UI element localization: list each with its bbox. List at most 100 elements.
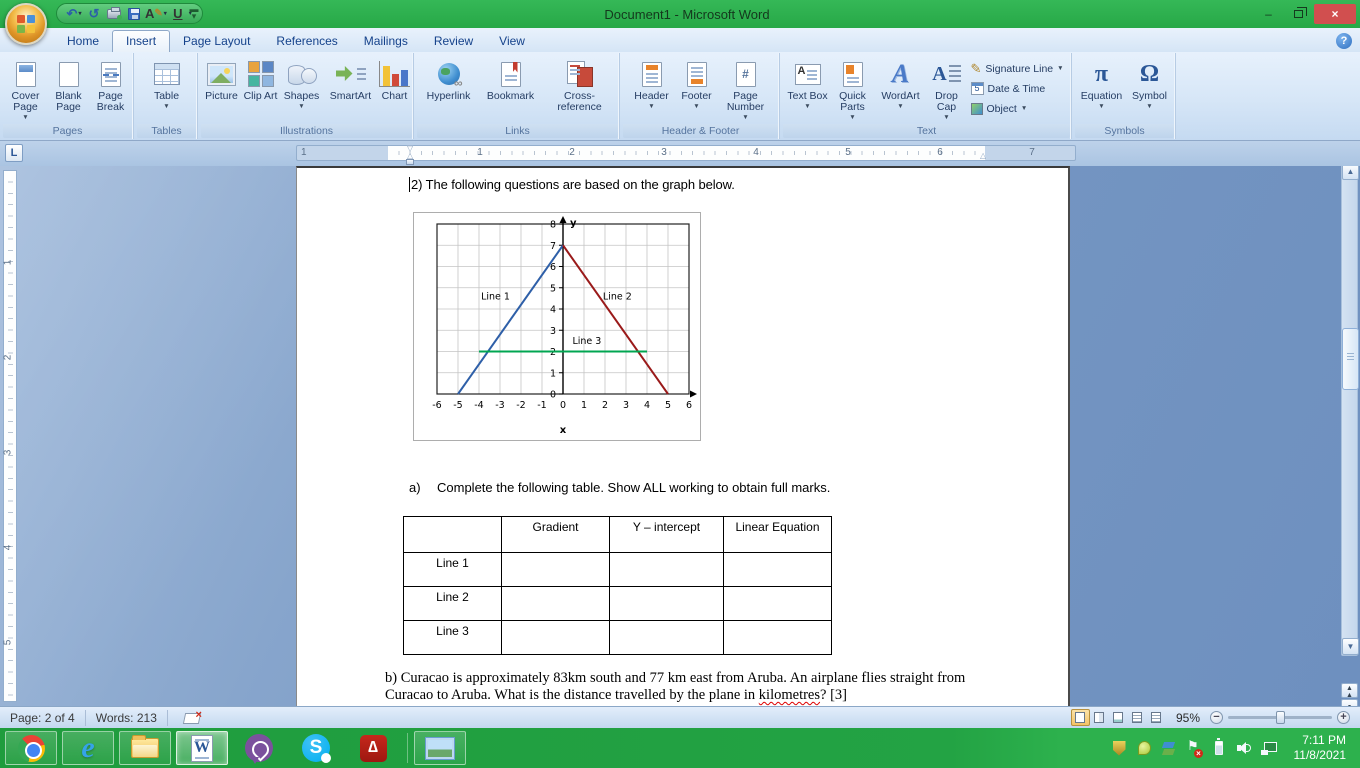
tab-view[interactable]: View bbox=[486, 31, 538, 52]
underline-button[interactable]: U bbox=[169, 5, 187, 22]
minimize-button[interactable]: – bbox=[1254, 4, 1283, 24]
zoom-level[interactable]: 95% bbox=[1176, 711, 1200, 725]
tab-references[interactable]: References bbox=[263, 31, 350, 52]
cross-reference-button[interactable]: Cross-reference bbox=[542, 55, 618, 123]
outline-view-button[interactable] bbox=[1128, 709, 1147, 726]
zoom-out-button[interactable]: − bbox=[1210, 711, 1223, 724]
page-break-button[interactable]: Page Break bbox=[90, 55, 132, 123]
customize-qat-button[interactable]: ▬ ▾ bbox=[188, 5, 200, 21]
header-button[interactable]: Header ▼ bbox=[629, 55, 675, 123]
footer-button[interactable]: Footer ▼ bbox=[675, 55, 719, 123]
taskbar-chrome-button[interactable] bbox=[5, 731, 57, 765]
empty-cell[interactable] bbox=[609, 586, 724, 621]
full-screen-reading-view-button[interactable] bbox=[1090, 709, 1109, 726]
tab-home[interactable]: Home bbox=[54, 31, 112, 52]
restore-button[interactable] bbox=[1284, 4, 1313, 24]
hanging-indent-marker[interactable]: △ bbox=[407, 152, 413, 160]
web-layout-view-button[interactable] bbox=[1109, 709, 1128, 726]
left-indent-marker[interactable] bbox=[406, 159, 414, 165]
blank-page-button[interactable]: Blank Page bbox=[48, 55, 90, 123]
tab-mailings[interactable]: Mailings bbox=[351, 31, 421, 52]
equation-button[interactable]: π Equation ▼ bbox=[1077, 55, 1127, 123]
bookmark-button[interactable]: Bookmark bbox=[480, 55, 542, 123]
document-page[interactable]: 2) The following questions are based on … bbox=[296, 166, 1070, 706]
taskbar-skype-button[interactable]: S bbox=[290, 731, 342, 765]
zoom-slider-track[interactable] bbox=[1228, 711, 1332, 724]
undo-dropdown-icon[interactable]: ▾ bbox=[78, 10, 81, 17]
embedded-graph[interactable]: 012345678-6-5-4-3-2-10123456yxLine 1Line… bbox=[413, 212, 701, 441]
scroll-up-button[interactable]: ▲ bbox=[1342, 166, 1359, 180]
scroll-down-button[interactable]: ▼ bbox=[1342, 638, 1359, 655]
empty-cell[interactable] bbox=[723, 552, 832, 587]
empty-cell[interactable] bbox=[723, 620, 832, 655]
smartart-button[interactable]: SmartArt bbox=[325, 55, 377, 123]
draft-view-button[interactable] bbox=[1147, 709, 1166, 726]
chart-button[interactable]: Chart bbox=[377, 55, 413, 123]
battery-icon[interactable] bbox=[1211, 738, 1227, 756]
row-label-cell[interactable]: Line 3 bbox=[403, 620, 502, 655]
empty-cell[interactable] bbox=[723, 586, 832, 621]
taskbar-internet-explorer-button[interactable]: e bbox=[62, 731, 114, 765]
right-indent-marker[interactable]: △ bbox=[980, 152, 986, 160]
table-header-cell[interactable]: Gradient bbox=[501, 516, 610, 553]
taskbar-viber-button[interactable] bbox=[233, 731, 285, 765]
date-time-button[interactable]: 5 Date & Time bbox=[968, 80, 1068, 97]
volume-icon[interactable] bbox=[1236, 740, 1252, 756]
horizontal-ruler[interactable]: 11234567 ▽ △ △ bbox=[296, 145, 1076, 165]
object-button[interactable]: Object ▼ bbox=[968, 100, 1068, 117]
save-button[interactable] bbox=[125, 5, 143, 22]
taskbar-clock[interactable]: 7:11 PM 11/8/2021 bbox=[1286, 733, 1352, 763]
taskbar-photos-button[interactable] bbox=[414, 731, 466, 765]
help-button[interactable]: ? bbox=[1336, 33, 1352, 49]
row-label-cell[interactable]: Line 2 bbox=[403, 586, 502, 621]
signature-line-button[interactable]: ✎ Signature Line ▼ bbox=[968, 60, 1068, 77]
table-button[interactable]: Table ▼ bbox=[142, 55, 192, 123]
page-indicator[interactable]: Page: 2 of 4 bbox=[0, 709, 86, 726]
scrollbar-thumb[interactable] bbox=[1342, 328, 1359, 390]
taskbar-file-explorer-button[interactable] bbox=[119, 731, 171, 765]
action-center-flag-icon[interactable] bbox=[1186, 738, 1203, 758]
table-header-cell[interactable] bbox=[403, 516, 502, 553]
redo-button[interactable]: ↺ bbox=[85, 5, 103, 22]
proofing-status[interactable] bbox=[168, 709, 216, 726]
clip-art-button[interactable]: Clip Art bbox=[243, 55, 279, 123]
taskbar-word-button[interactable]: W bbox=[176, 731, 228, 765]
tab-stop-selector[interactable]: L bbox=[5, 144, 23, 162]
office-button[interactable] bbox=[5, 3, 47, 45]
font-style-dropdown-icon[interactable]: ▾ bbox=[164, 10, 167, 17]
table-header-cell[interactable]: Linear Equation bbox=[723, 516, 832, 553]
hyperlink-button[interactable]: Hyperlink bbox=[418, 55, 480, 123]
scrollbar-track[interactable]: ▲ ▼ bbox=[1341, 166, 1359, 656]
symbol-button[interactable]: Ω Symbol ▼ bbox=[1127, 55, 1173, 123]
row-label-cell[interactable]: Line 1 bbox=[403, 552, 502, 587]
empty-cell[interactable] bbox=[609, 552, 724, 587]
tab-insert[interactable]: Insert bbox=[112, 30, 171, 52]
quick-print-button[interactable] bbox=[105, 5, 123, 22]
tab-review[interactable]: Review bbox=[421, 31, 486, 52]
taskbar-acrobat-button[interactable]: ∆ bbox=[347, 731, 399, 765]
empty-cell[interactable] bbox=[501, 586, 610, 621]
previous-page-button[interactable]: ▲ ▲ bbox=[1341, 683, 1358, 699]
bluestacks-icon[interactable] bbox=[1161, 740, 1177, 756]
select-browse-object-button[interactable]: ● bbox=[1341, 699, 1358, 706]
empty-cell[interactable] bbox=[609, 620, 724, 655]
font-style-button[interactable]: A ✎ ▾ bbox=[145, 5, 167, 22]
vertical-ruler[interactable]: 1 2 3 4 5 bbox=[2, 170, 17, 702]
undo-button[interactable]: ↶ ▾ bbox=[65, 5, 83, 22]
table-header-cell[interactable]: Y – intercept bbox=[609, 516, 724, 553]
word-count[interactable]: Words: 213 bbox=[86, 709, 168, 726]
network-icon[interactable] bbox=[1261, 740, 1277, 756]
empty-cell[interactable] bbox=[501, 552, 610, 587]
print-layout-view-button[interactable] bbox=[1070, 709, 1090, 726]
cover-page-button[interactable]: Cover Page ▼ bbox=[4, 55, 48, 123]
text-box-button[interactable]: A Text Box ▼ bbox=[786, 55, 830, 123]
lime-icon[interactable] bbox=[1136, 740, 1152, 756]
page-number-button[interactable]: # Page Number ▼ bbox=[719, 55, 773, 123]
antivirus-shield-icon[interactable] bbox=[1111, 740, 1127, 756]
zoom-in-button[interactable]: + bbox=[1337, 711, 1350, 724]
drop-cap-button[interactable]: A Drop Cap ▼ bbox=[926, 55, 968, 123]
close-button[interactable]: × bbox=[1314, 4, 1356, 24]
tab-page-layout[interactable]: Page Layout bbox=[170, 31, 263, 52]
zoom-slider-thumb[interactable] bbox=[1276, 711, 1285, 724]
wordart-button[interactable]: A WordArt ▼ bbox=[876, 55, 926, 123]
